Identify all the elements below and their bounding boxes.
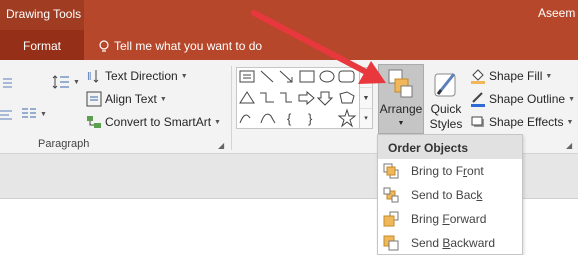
- lightbulb-icon: [99, 39, 109, 52]
- shape-effects-label: Shape Effects: [489, 115, 564, 129]
- convert-smartart-label: Convert to SmartArt: [105, 115, 212, 129]
- bring-to-front-label: Bring to Front: [411, 164, 484, 178]
- quick-styles-label-line1: Quick: [430, 102, 462, 116]
- tab-bar: Format Tell me what you want to do: [0, 30, 578, 60]
- gallery-down-icon[interactable]: ▼: [360, 89, 372, 109]
- label-part: ont: [467, 164, 484, 178]
- label-part: Bring: [411, 212, 443, 226]
- send-to-back-label: Send to Back: [411, 188, 482, 202]
- text-direction-button[interactable]: ‖ Text Direction ▼: [86, 68, 188, 84]
- text-direction-icon: ‖: [87, 70, 99, 83]
- arrange-button[interactable]: Arrange ▼: [378, 64, 424, 134]
- user-name[interactable]: Aseem: [538, 6, 578, 20]
- oval-icon: [319, 70, 335, 83]
- shape-fill-button[interactable]: Shape Fill ▼: [470, 68, 552, 84]
- left-brace-icon: {: [287, 111, 292, 126]
- gallery-more-icon[interactable]: ▾: [360, 109, 372, 129]
- elbow-connector-icon: [260, 92, 274, 103]
- label-part: ackward: [450, 236, 496, 250]
- chevron-down-icon: ▼: [73, 78, 80, 86]
- title-bar: Drawing Tools Aseem: [0, 0, 578, 30]
- arrange-label: Arrange: [379, 102, 423, 116]
- send-backward-icon: [383, 235, 399, 251]
- quick-styles-button[interactable]: Quick Styles ▼: [426, 64, 466, 145]
- shape-fill-label: Shape Fill: [489, 69, 543, 83]
- paint-bucket-icon: [471, 69, 485, 84]
- shape-effects-button[interactable]: Shape Effects ▼: [470, 114, 573, 130]
- line-icon: [260, 70, 274, 83]
- align-text-label: Align Text: [105, 92, 157, 106]
- tab-format[interactable]: Format: [0, 30, 84, 60]
- quick-styles-icon: [434, 73, 456, 97]
- dialog-launcher-icon[interactable]: ◢: [566, 141, 572, 150]
- chevron-down-icon: ▼: [566, 118, 574, 126]
- shape-effects-icon: [471, 116, 484, 127]
- chevron-down-icon: ▼: [40, 110, 47, 118]
- text-direction-label: Text Direction: [105, 69, 178, 83]
- text-box-icon: [239, 70, 255, 83]
- svg-text:‖: ‖: [87, 71, 92, 83]
- shape-outline-button[interactable]: Shape Outline ▼: [470, 91, 575, 107]
- label-part: Send: [411, 236, 443, 250]
- line-spacing-button[interactable]: ▼: [52, 74, 80, 90]
- label-part: Bring to F: [411, 164, 464, 178]
- align-text-button[interactable]: Align Text ▼: [86, 91, 167, 107]
- chevron-down-icon: ▼: [159, 95, 167, 103]
- send-backward-item[interactable]: Send Backward: [378, 231, 522, 255]
- smartart-icon: [87, 116, 101, 128]
- gallery-scroll: ▲ ▼ ▾: [360, 67, 373, 129]
- align-text-icon: [86, 91, 102, 107]
- star-icon: [337, 108, 357, 128]
- triangle-icon: [239, 91, 255, 104]
- label-part: orward: [449, 212, 487, 226]
- shape-outline-label: Shape Outline: [489, 92, 566, 106]
- columns-button[interactable]: ▼: [21, 107, 47, 121]
- send-backward-label: Send Backward: [411, 236, 495, 250]
- arrange-icon: [388, 69, 413, 98]
- bring-to-front-item[interactable]: Bring to Front: [378, 159, 522, 183]
- context-tab-group-label: Drawing Tools: [0, 0, 84, 30]
- gallery-up-icon[interactable]: ▲: [360, 68, 372, 88]
- tell-me-box[interactable]: Tell me what you want to do: [98, 39, 262, 53]
- chevron-down-icon: ▼: [180, 72, 188, 80]
- rounded-rectangle-icon: [338, 70, 355, 83]
- columns-icon: [22, 108, 36, 118]
- convert-smartart-button[interactable]: Convert to SmartArt ▼: [86, 114, 221, 130]
- quick-styles-label-line2: Styles: [429, 117, 463, 131]
- bring-forward-item[interactable]: Bring Forward: [378, 207, 522, 231]
- shapes-gallery[interactable]: { }: [236, 67, 360, 129]
- send-to-back-item[interactable]: Send to Back: [378, 183, 522, 207]
- chevron-down-icon: ▼: [397, 120, 405, 127]
- tell-me-text: Tell me what you want to do: [114, 39, 263, 53]
- curve-icon: [239, 114, 251, 124]
- align-left-icon[interactable]: [0, 109, 12, 121]
- down-arrow-icon: [316, 91, 334, 106]
- arrange-dropdown-menu: Order Objects Bring to Front Send to Bac…: [377, 134, 523, 255]
- chevron-down-icon: ▼: [568, 95, 575, 103]
- arrow-line-icon: [279, 70, 293, 83]
- chevron-down-icon: ▼: [545, 72, 553, 80]
- order-objects-header: Order Objects: [378, 135, 522, 159]
- group-separator: [231, 66, 232, 150]
- accelerator-key: F: [442, 212, 450, 226]
- rectangle-icon: [299, 70, 315, 83]
- right-arrow-icon: [298, 90, 315, 106]
- pencil-icon: [471, 92, 485, 107]
- dialog-launcher-icon[interactable]: ◢: [218, 141, 224, 150]
- accelerator-key: k: [476, 188, 483, 202]
- paragraph-group-label: Paragraph: [38, 138, 90, 150]
- bring-to-front-icon: [383, 163, 399, 179]
- send-to-back-icon: [383, 187, 399, 203]
- chevron-down-icon: ▼: [214, 118, 221, 126]
- bring-forward-label: Bring Forward: [411, 212, 486, 226]
- pentagon-icon: [339, 91, 355, 104]
- indent-icon[interactable]: [0, 77, 12, 89]
- right-brace-icon: }: [308, 111, 313, 126]
- arc-icon: [260, 113, 276, 124]
- bring-forward-icon: [383, 211, 399, 227]
- elbow-arrow-icon: [280, 92, 292, 103]
- label-part: Send to Bac: [411, 188, 477, 202]
- line-spacing-icon: [52, 75, 69, 89]
